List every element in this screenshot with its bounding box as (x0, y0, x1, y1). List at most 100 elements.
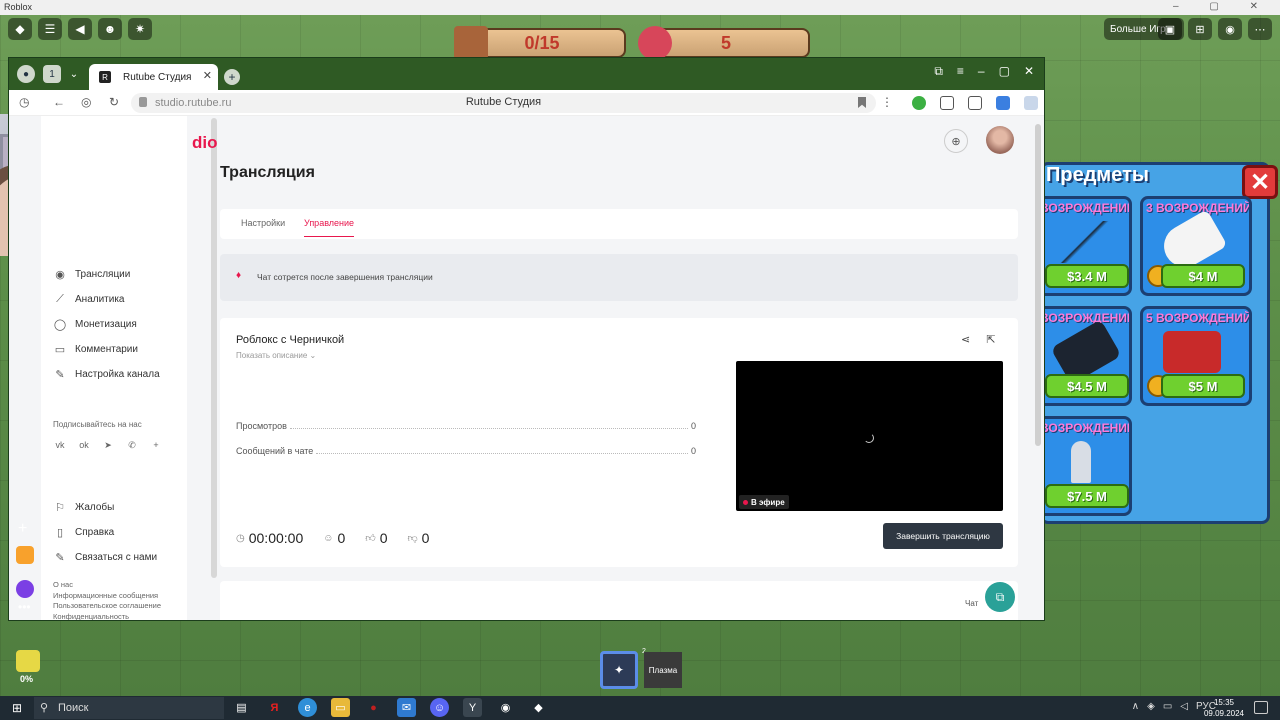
sidebar-item-comments[interactable]: ▭ Комментарии (53, 342, 138, 356)
yandex-icon[interactable]: Я (265, 698, 284, 717)
volume-icon[interactable]: ◀ (68, 18, 92, 40)
sidebar-scrollbar[interactable] (211, 118, 217, 578)
extension-green-icon[interactable] (912, 96, 926, 110)
minimize-icon[interactable]: – (978, 64, 985, 79)
sidebar-item-monetization[interactable]: ◯ Монетизация (53, 317, 137, 331)
side-alice-icon[interactable] (16, 580, 34, 598)
end-stream-button[interactable]: Завершить трансляцию (883, 523, 1003, 549)
friends-icon[interactable]: ☻ (98, 18, 122, 40)
side-more-icon[interactable]: ••• (18, 600, 31, 614)
share-icon[interactable]: ⋖ (961, 333, 970, 346)
tab-count-badge[interactable]: 1 (43, 65, 61, 83)
chat-fab-button[interactable]: ⧉ (985, 582, 1015, 612)
extension-blue-icon[interactable] (996, 96, 1010, 110)
footer-link[interactable]: Конфиденциальность (53, 612, 161, 621)
item-card[interactable]: ВОЗРОЖДЕНИЙ $7.5 M (1034, 416, 1132, 516)
chat-icon[interactable]: ☰ (38, 18, 62, 40)
item-card[interactable]: 3 ВОЗРОЖДЕНИЙ $4 M (1140, 196, 1252, 296)
sidebar-item-help[interactable]: ▯ Справка (53, 525, 114, 539)
item-card[interactable]: 5 ВОЗРОЖДЕНИЙ $5 M (1140, 306, 1252, 406)
app-red-icon[interactable]: ● (364, 698, 383, 717)
roblox-window-controls[interactable]: – ▢ ✕ (1173, 1, 1272, 12)
show-description-link[interactable]: Показать описание ⌄ (236, 351, 316, 360)
chest-icon (454, 26, 488, 60)
history-icon[interactable]: ◷ (19, 95, 29, 109)
hotbar-slot-plasma[interactable]: ✦ (600, 651, 638, 689)
open-external-icon[interactable]: ⇱ (986, 333, 995, 346)
windows-start-icon[interactable]: ⊞ (10, 701, 24, 715)
item-card[interactable]: ВОЗРОЖДЕНИЙ $3.4 M (1034, 196, 1132, 296)
viber-icon[interactable]: ✆ (125, 438, 139, 452)
discord-icon[interactable]: ☺ (430, 698, 449, 717)
settings-icon[interactable]: ✷ (128, 18, 152, 40)
sidebar-item-complaints[interactable]: ⚐ Жалобы (53, 500, 114, 514)
sidebar-item-contact[interactable]: ✎ Связаться с нами (53, 550, 157, 564)
footer-link[interactable]: Пользовательское соглашение (53, 601, 161, 612)
screenshot-icon[interactable] (968, 96, 982, 110)
close-window-icon[interactable]: ✕ (1024, 64, 1034, 79)
toolbar-more-icon[interactable]: ⋮ (881, 95, 893, 109)
side-add-icon[interactable]: + (18, 520, 27, 538)
clock-icon: ◷ (236, 532, 245, 544)
maximize-icon[interactable]: ▢ (999, 64, 1010, 79)
chart-icon: ⟋ (56, 292, 64, 305)
sidebar-item-analytics[interactable]: ⟋ Аналитика (53, 292, 124, 306)
roblox-more-icon[interactable]: ⋯ (1248, 18, 1272, 40)
page-scrollbar[interactable] (1035, 124, 1041, 446)
address-bar[interactable]: studio.rutube.ru Rutube Студия (131, 93, 876, 113)
mail-icon[interactable]: ✉ (397, 698, 416, 717)
tab-rutube-studio[interactable]: R Rutube Студия ✕ (89, 64, 218, 90)
tab-management[interactable]: Управление (304, 218, 355, 237)
viewers-count: ☺ 0 (323, 530, 345, 546)
gamepad-icon[interactable]: ⊞ (1188, 18, 1212, 40)
file-explorer-icon[interactable]: ▭ (331, 698, 350, 717)
upload-icon[interactable]: ⊕ (944, 129, 968, 153)
collections-icon[interactable]: ⧉ (934, 64, 943, 79)
rutube-studio-logo[interactable]: dio (192, 133, 218, 153)
items-close-button[interactable]: ✕ (1242, 165, 1278, 199)
extensions-puzzle-icon[interactable] (940, 96, 954, 110)
tab-settings[interactable]: Настройки (241, 218, 285, 228)
item-price: $4.5 M (1045, 374, 1129, 398)
task-view-icon[interactable]: ▤ (232, 698, 251, 717)
tray-app-icon[interactable]: ◈ (1147, 701, 1155, 712)
extension-grey-icon[interactable] (1024, 96, 1038, 110)
more-socials-icon[interactable]: + (149, 438, 163, 452)
reload-icon[interactable]: ↻ (109, 95, 119, 109)
sidebar-item-channel-settings[interactable]: ✎ Настройка канала (53, 367, 159, 381)
tray-chevron-icon[interactable]: ∧ (1132, 701, 1139, 712)
video-player[interactable]: В эфире (736, 361, 1003, 511)
yandex-browser-icon[interactable]: Y (463, 698, 482, 717)
sidebar-item-streams[interactable]: ◉ Трансляции (53, 267, 130, 281)
item-card[interactable]: ВОЗРОЖДЕНИЙ $4.5 M (1034, 306, 1132, 406)
bell-icon: ♦ (236, 270, 242, 281)
tab-close-icon[interactable]: ✕ (203, 69, 212, 82)
obs-icon[interactable]: ◉ (496, 698, 515, 717)
notifications-icon[interactable] (1254, 701, 1268, 714)
backpack-icon[interactable]: ▣ (1158, 18, 1182, 40)
network-icon[interactable]: ▭ (1163, 701, 1172, 712)
protect-icon[interactable]: ◎ (81, 95, 91, 109)
tabs-dropdown-icon[interactable]: ⌄ (65, 65, 83, 83)
browser-menu-icon[interactable]: ≡ (957, 64, 964, 79)
ok-icon[interactable]: ok (77, 438, 91, 452)
roblox-taskbar-icon[interactable]: ◆ (529, 698, 548, 717)
telegram-icon[interactable]: ➤ (101, 438, 115, 452)
avatar[interactable] (986, 126, 1014, 154)
edge-icon[interactable]: e (298, 698, 317, 717)
taskbar-search[interactable]: ⚲ Поиск (34, 697, 224, 719)
footer-link[interactable]: О нас (53, 580, 161, 591)
hotbar-slot-label[interactable]: Плазма (644, 652, 682, 688)
back-arrow-icon[interactable]: ← (53, 95, 65, 109)
taskbar-apps: ▤ Я e ▭ ● ✉ ☺ Y ◉ ◆ (232, 698, 548, 717)
roblox-menu-icon[interactable]: ◆ (8, 18, 32, 40)
side-app-icon[interactable] (16, 546, 34, 564)
chevron-down-icon: ⌄ (309, 351, 317, 360)
browser-profile-icon[interactable]: ● (17, 65, 35, 83)
record-icon[interactable]: ◉ (1218, 18, 1242, 40)
new-tab-button[interactable]: + (224, 69, 240, 85)
footer-link[interactable]: Информационные сообщения (53, 591, 161, 602)
taskbar-clock[interactable]: 15:35 09.09.2024 (1204, 697, 1244, 719)
volume-tray-icon[interactable]: ◁ (1180, 701, 1188, 712)
vk-icon[interactable]: vk (53, 438, 67, 452)
